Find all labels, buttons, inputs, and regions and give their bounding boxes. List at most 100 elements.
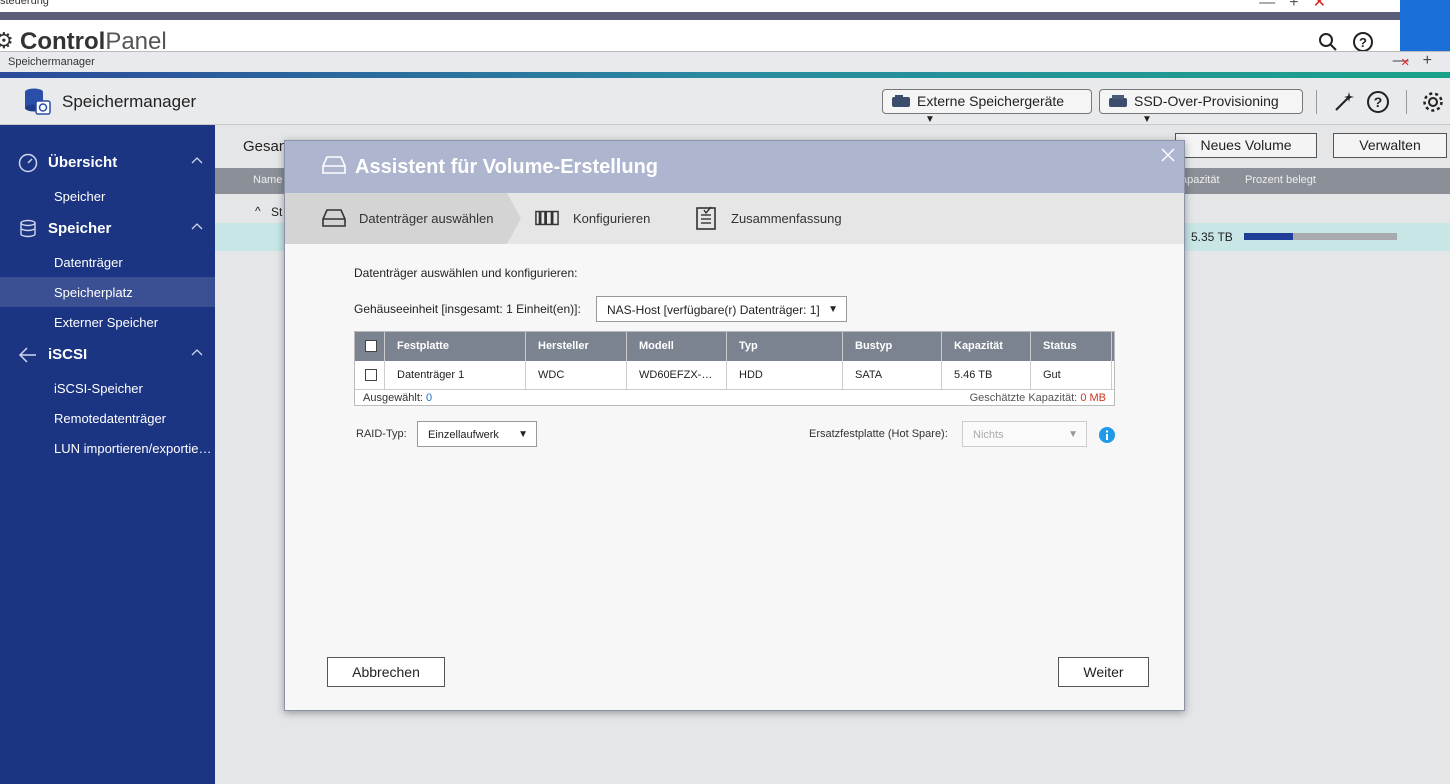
- external-storage-button[interactable]: Externe Speichergeräte ▼: [882, 89, 1092, 125]
- close-icon[interactable]: [1161, 148, 1175, 162]
- column-bus-type[interactable]: Bustyp: [843, 332, 942, 361]
- disk-table: Festplatte Hersteller Modell Typ Bustyp …: [354, 331, 1115, 406]
- row-checkbox[interactable]: [365, 369, 377, 381]
- select-all-checkbox[interactable]: [365, 340, 377, 352]
- cell-bus-type: SATA: [843, 361, 942, 390]
- column-disk[interactable]: Festplatte: [385, 332, 526, 361]
- sidebar-item-iscsi-storage[interactable]: iSCSI-Speicher: [0, 373, 215, 403]
- header-divider: [1406, 90, 1407, 114]
- search-icon[interactable]: [1318, 32, 1338, 51]
- chevron-up-icon: [191, 157, 203, 164]
- estimated-label: Geschätzte Kapazität:: [969, 392, 1078, 404]
- sidebar-item-label: Speicherplatz: [54, 285, 133, 300]
- column-type[interactable]: Typ: [727, 332, 843, 361]
- clipboard-summary-icon: [696, 206, 716, 230]
- enclosure-label: Gehäuseeinheit [insgesamt: 1 Einheit(en)…: [354, 302, 581, 316]
- sidebar-item-label: iSCSI-Speicher: [54, 381, 143, 396]
- sidebar-group-label: Übersicht: [48, 154, 118, 171]
- cancel-button[interactable]: Abbrechen: [327, 657, 445, 687]
- usage-progress-fill: [1244, 233, 1293, 240]
- cell-status: Gut: [1031, 361, 1112, 390]
- cell-type: HDD: [727, 361, 843, 390]
- step-configure: Konfigurieren: [573, 211, 651, 226]
- sidebar-item-external-storage[interactable]: Externer Speicher: [0, 307, 215, 337]
- enclosure-select-value: NAS-Host [verfügbare(r) Datenträger: 1]: [607, 303, 820, 317]
- sidebar-item-overview-storage[interactable]: Speicher: [0, 181, 215, 211]
- manage-button[interactable]: Verwalten: [1333, 133, 1447, 158]
- ssd-overprovisioning-button[interactable]: SSD-Over-Provisioning ▼: [1099, 89, 1303, 125]
- enclosure-select[interactable]: NAS-Host [verfügbare(r) Datenträger: 1] …: [596, 296, 847, 322]
- cell-model: WD60EFZX-68B3FN0: [627, 361, 727, 390]
- wizard-steps: Datenträger auswählen Konfigurieren Zusa…: [285, 193, 1184, 244]
- raid-type-label: RAID-Typ:: [356, 428, 407, 440]
- column-percent-used: Prozent belegt: [1245, 174, 1316, 186]
- dashboard-gauge-icon: [18, 153, 38, 173]
- svg-text:?: ?: [1359, 35, 1367, 50]
- chevron-down-icon: ▼: [518, 429, 528, 440]
- sidebar-group-overview[interactable]: Übersicht: [0, 148, 215, 178]
- sidebar-group-label: iSCSI: [48, 346, 88, 363]
- next-button[interactable]: Weiter: [1058, 657, 1149, 687]
- sidebar-group-storage[interactable]: Speicher: [0, 214, 215, 244]
- ssd-overprovisioning-label: SSD-Over-Provisioning: [1134, 93, 1279, 109]
- external-drive-icon: [892, 95, 910, 107]
- help-icon[interactable]: ?: [1352, 31, 1374, 51]
- usage-progress-bar: [1244, 233, 1397, 240]
- iscsi-icon: [18, 347, 36, 363]
- control-panel-title: ⚙ ControlPanel: [0, 28, 167, 51]
- column-capacity[interactable]: Kapazität: [942, 332, 1031, 361]
- step-select-disks: Datenträger auswählen: [359, 211, 494, 226]
- app-window-titlebar: Speichermanager —+ ✕: [0, 51, 1450, 72]
- column-capacity: apazität: [1181, 174, 1220, 186]
- disk-table-footer: Ausgewählt: 0 Geschätzte Kapazität: 0 MB: [355, 390, 1114, 406]
- sidebar-item-label: Speicher: [54, 189, 106, 204]
- selected-count: Ausgewählt: 0: [363, 392, 432, 404]
- svg-text:?: ?: [1374, 94, 1383, 110]
- chevron-down-icon: ▼: [925, 114, 935, 125]
- settings-gear-icon[interactable]: [1421, 90, 1445, 114]
- table-row[interactable]: Datenträger 1 WDC WD60EFZX-68B3FN0 HDD S…: [355, 361, 1114, 390]
- outer-window-controls[interactable]: —+✕: [1259, 0, 1340, 12]
- cell-disk: Datenträger 1: [385, 361, 526, 390]
- disk-table-header: Festplatte Hersteller Modell Typ Bustyp …: [355, 332, 1114, 361]
- hot-spare-label: Ersatzfestplatte (Hot Spare):: [809, 428, 948, 440]
- control-panel-header: ⚙ ControlPanel ?: [0, 20, 1400, 51]
- sidebar: Übersicht Speicher Speicher Datenträger …: [0, 125, 215, 784]
- storage-manager-logo-icon: [25, 88, 51, 115]
- chevron-up-icon: [191, 349, 203, 356]
- raid-type-select[interactable]: Einzellaufwerk ▼: [417, 421, 537, 447]
- database-icon: [20, 219, 36, 238]
- sidebar-item-storage-space[interactable]: Speicherplatz: [0, 277, 215, 307]
- step-summary: Zusammenfassung: [731, 211, 842, 226]
- configure-icon: [535, 210, 559, 226]
- dialog-header: Assistent für Volume-Erstellung: [285, 141, 1184, 193]
- column-model[interactable]: Modell: [627, 332, 727, 361]
- estimated-value: 0 MB: [1080, 392, 1106, 404]
- column-status[interactable]: Status: [1031, 332, 1112, 361]
- sidebar-item-lun-import-export[interactable]: LUN importieren/exportieren: [0, 433, 215, 463]
- hot-spare-value: Nichts: [973, 429, 1004, 441]
- magic-wand-icon[interactable]: [1332, 90, 1356, 114]
- chevron-down-icon: ▼: [1142, 114, 1152, 125]
- select-all-cell: [355, 332, 385, 361]
- header-divider: [1316, 90, 1317, 114]
- column-vendor[interactable]: Hersteller: [526, 332, 627, 361]
- raid-type-value: Einzellaufwerk: [428, 429, 499, 441]
- new-volume-button[interactable]: Neues Volume: [1175, 133, 1317, 158]
- cell-capacity: 5.46 TB: [942, 361, 1031, 390]
- hot-spare-select[interactable]: Nichts ▼: [962, 421, 1087, 447]
- column-name: Name: [253, 174, 283, 186]
- info-icon[interactable]: [1099, 427, 1115, 443]
- chevron-up-icon: ^: [255, 204, 261, 218]
- chevron-down-icon: ▼: [1068, 429, 1078, 440]
- help-icon[interactable]: ?: [1366, 90, 1390, 114]
- cell-vendor: WDC: [526, 361, 627, 390]
- volume-capacity: 5.35 TB: [1191, 230, 1233, 244]
- outer-window-title: steuerung: [0, 0, 49, 7]
- sidebar-item-disks[interactable]: Datenträger: [0, 247, 215, 277]
- cp-title-light: Panel: [105, 28, 167, 51]
- app-window-controls[interactable]: —+ ✕: [1393, 52, 1446, 70]
- sidebar-group-iscsi[interactable]: iSCSI: [0, 340, 215, 370]
- chevron-up-icon: [191, 223, 203, 230]
- sidebar-item-remote-disks[interactable]: Remotedatenträger: [0, 403, 215, 433]
